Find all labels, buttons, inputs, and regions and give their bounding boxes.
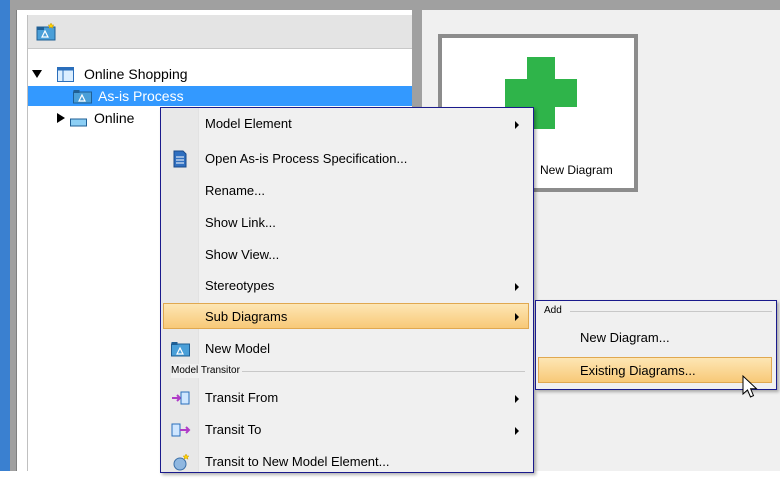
menu-item-sub-diagrams[interactable]: Sub Diagrams <box>163 303 529 329</box>
section-label: Model Transitor <box>171 364 242 378</box>
menu-item-label: Transit From <box>205 390 279 405</box>
menu-item-label: Sub Diagrams <box>205 309 288 324</box>
section-add: Add <box>536 304 776 318</box>
menu-item-open-specification[interactable]: Open As-is Process Specification... <box>163 146 529 172</box>
tree-item-as-is-process[interactable]: As-is Process <box>28 86 413 106</box>
menu-item-label: Transit To <box>205 422 262 437</box>
menu-item-transit-from[interactable]: Transit From <box>163 385 529 411</box>
model-icon <box>70 113 88 133</box>
menu-item-label: Rename... <box>205 183 265 198</box>
submenu-arrow-icon <box>515 283 519 291</box>
submenu-arrow-icon <box>515 313 519 321</box>
menu-item-show-link[interactable]: Show Link... <box>163 210 529 236</box>
mouse-pointer-icon <box>741 374 761 403</box>
menu-item-show-view[interactable]: Show View... <box>163 242 529 268</box>
left-edge-strip <box>0 0 10 471</box>
separator-line <box>233 371 525 372</box>
submenu-item-new-diagram[interactable]: New Diagram... <box>538 325 772 351</box>
menu-item-new-model[interactable]: New Model <box>163 336 529 362</box>
new-model-toolbar-icon[interactable] <box>36 22 58 42</box>
menu-item-rename[interactable]: Rename... <box>163 178 529 204</box>
separator-line <box>570 311 772 312</box>
menu-item-model-element[interactable]: Model Element <box>163 111 529 137</box>
menu-item-stereotypes[interactable]: Stereotypes <box>163 273 529 299</box>
collapsed-triangle-icon[interactable] <box>57 113 65 123</box>
menu-item-label: Model Element <box>205 116 292 131</box>
submenu-arrow-icon <box>515 121 519 129</box>
menu-item-label: New Model <box>205 341 271 356</box>
menu-item-label: Show Link... <box>205 215 276 230</box>
submenu-arrow-icon <box>515 395 519 403</box>
menu-item-label: Transit to New Model Element... <box>205 454 390 469</box>
tree-item-label: Online Shopping <box>84 66 188 82</box>
transit-new-icon <box>171 453 190 471</box>
menu-item-label: Show View... <box>205 247 280 262</box>
submenu-item-existing-diagrams[interactable]: Existing Diagrams... <box>538 357 772 383</box>
tree-item-label: Online <box>94 110 135 126</box>
menu-item-label: New Diagram... <box>580 330 670 345</box>
menu-item-transit-new[interactable]: Transit to New Model Element... <box>163 449 529 475</box>
card-label: New Diagram <box>540 163 613 177</box>
tree-item-online-shopping[interactable]: Online Shopping <box>28 64 413 84</box>
transit-to-icon <box>171 421 191 439</box>
menu-item-label: Open As-is Process Specification... <box>205 151 408 166</box>
section-label: Add <box>544 304 564 318</box>
plus-icon-bar <box>505 79 577 107</box>
transit-from-icon <box>171 389 190 407</box>
model-icon <box>57 67 75 88</box>
submenu-arrow-icon <box>515 427 519 435</box>
model-icon <box>171 340 190 358</box>
menu-item-transit-to[interactable]: Transit To <box>163 417 529 443</box>
section-model-transitor: Model Transitor <box>163 364 529 378</box>
left-border-line <box>16 10 17 471</box>
menu-item-label: Existing Diagrams... <box>580 363 696 378</box>
tree-item-label: As-is Process <box>98 88 184 104</box>
specification-icon <box>171 150 189 168</box>
tree-toolbar <box>28 15 413 49</box>
window-top-border <box>0 0 780 10</box>
tree-item-online[interactable]: Online <box>28 108 168 128</box>
process-diagram-icon <box>73 89 93 109</box>
menu-item-label: Stereotypes <box>205 278 275 293</box>
expand-triangle-icon[interactable] <box>32 70 42 78</box>
context-menu: Model Element Open As-is Process Specifi… <box>160 107 534 473</box>
